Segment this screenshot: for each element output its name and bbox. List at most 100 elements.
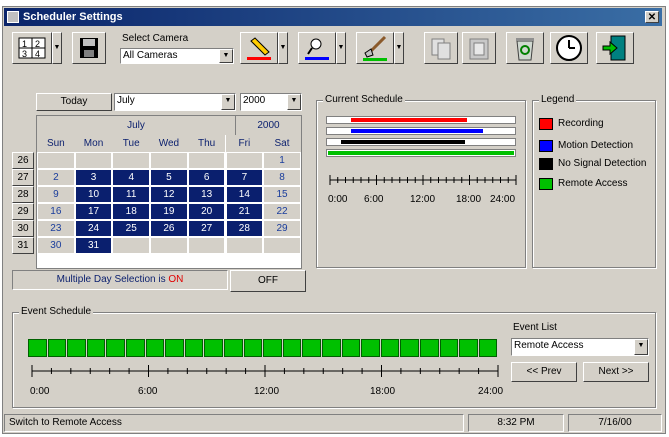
calendar-day-cell[interactable]: 27 [188, 221, 225, 236]
calendar-day-cell[interactable]: 4 [113, 170, 150, 185]
event-hour-slot[interactable] [224, 339, 243, 357]
calendar-day-cell[interactable]: 18 [113, 204, 150, 219]
calendar-day-cell[interactable]: 21 [226, 204, 263, 219]
calendar-day-cell[interactable]: 16 [38, 204, 74, 219]
paste-button[interactable] [462, 32, 496, 64]
event-hour-slot[interactable] [106, 339, 125, 357]
calendar-day-cell[interactable] [226, 153, 263, 168]
event-hour-slot[interactable] [145, 339, 165, 357]
calendar-day-cell[interactable]: 15 [264, 187, 300, 202]
prev-button[interactable]: << Prev [511, 362, 577, 382]
clock-button[interactable] [550, 32, 588, 64]
calendar-day-cell[interactable] [113, 153, 150, 168]
calendar-day-cell[interactable]: 9 [38, 187, 74, 202]
week-number[interactable]: 28 [12, 186, 34, 203]
calendar-day-cell[interactable] [151, 238, 187, 253]
calendar-day-cell[interactable] [188, 153, 225, 168]
week-number[interactable]: 30 [12, 220, 34, 237]
event-hour-slot[interactable] [341, 339, 361, 357]
recording-tool-dropdown[interactable]: ▼ [278, 32, 288, 64]
camera-select[interactable]: All Cameras ▼ [120, 48, 234, 64]
calendar-day-cell[interactable]: 19 [151, 204, 187, 219]
calendar-day-cell[interactable]: 8 [264, 170, 300, 185]
delete-button[interactable] [506, 32, 544, 64]
calendar-day-cell[interactable]: 12 [151, 187, 187, 202]
calendar-day-cell[interactable] [264, 238, 300, 253]
calendar-day-cell[interactable]: 22 [264, 204, 300, 219]
event-hour-slot[interactable] [380, 339, 400, 357]
calendar-day-cell[interactable]: 23 [38, 221, 74, 236]
event-hour-slot[interactable] [322, 339, 341, 357]
recording-schedule-track[interactable] [326, 116, 516, 124]
calendar-day-cell[interactable]: 31 [75, 238, 112, 253]
access-tool-button[interactable] [356, 32, 394, 64]
event-hour-slot[interactable] [126, 339, 145, 357]
event-hour-slot[interactable] [243, 339, 263, 357]
event-hour-slot[interactable] [47, 339, 67, 357]
next-button[interactable]: Next >> [583, 362, 649, 382]
calendar-day-cell[interactable]: 7 [226, 170, 263, 185]
event-hour-slot[interactable] [184, 339, 204, 357]
calendar-day-cell[interactable]: 28 [226, 221, 263, 236]
event-hour-slot[interactable] [28, 339, 47, 357]
calendar-day-cell[interactable] [151, 153, 187, 168]
event-hour-slot[interactable] [302, 339, 321, 357]
event-hour-slot[interactable] [361, 339, 380, 357]
calendar-day-cell[interactable]: 14 [226, 187, 263, 202]
today-button[interactable]: Today [36, 93, 112, 111]
event-hour-slot[interactable] [204, 339, 223, 357]
calendar-day-cell[interactable]: 5 [151, 170, 187, 185]
calendar-day-cell[interactable]: 25 [113, 221, 150, 236]
remote-access-schedule-track[interactable] [326, 149, 516, 157]
calendar-grid-dropdown[interactable]: ▼ [52, 32, 62, 64]
detection-tool-button[interactable] [298, 32, 336, 64]
month-select[interactable]: July ▼ [114, 93, 236, 111]
calendar-day-cell[interactable]: 10 [75, 187, 112, 202]
year-select[interactable]: 2000 ▼ [240, 93, 302, 111]
event-hour-slot[interactable] [478, 339, 498, 357]
calendar-day-cell[interactable]: 13 [188, 187, 225, 202]
exit-button[interactable] [596, 32, 634, 64]
calendar-day-cell[interactable] [38, 153, 74, 168]
week-number[interactable]: 29 [12, 203, 34, 220]
calendar-day-cell[interactable]: 2 [38, 170, 74, 185]
event-hour-slot[interactable] [459, 339, 478, 357]
calendar-day-cell[interactable]: 17 [75, 204, 112, 219]
save-button[interactable] [72, 32, 106, 64]
motion-schedule-track[interactable] [326, 127, 516, 135]
calendar-day-cell[interactable]: 11 [113, 187, 150, 202]
calendar-day-cell[interactable]: 1 [264, 153, 300, 168]
calendar-day-cell[interactable]: 20 [188, 204, 225, 219]
no-signal-schedule-track[interactable] [326, 138, 516, 146]
access-tool-dropdown[interactable]: ▼ [394, 32, 404, 64]
event-hour-slot[interactable] [400, 339, 419, 357]
event-hour-slot[interactable] [282, 339, 302, 357]
event-hour-slot[interactable] [67, 339, 86, 357]
event-hour-slot[interactable] [439, 339, 459, 357]
calendar-day-cell[interactable] [226, 238, 263, 253]
week-number[interactable]: 31 [12, 237, 34, 254]
week-number[interactable]: 27 [12, 169, 34, 186]
recording-tool-button[interactable] [240, 32, 278, 64]
event-hour-slot[interactable] [263, 339, 282, 357]
calendar-day-cell[interactable]: 30 [38, 238, 74, 253]
event-hour-slot[interactable] [86, 339, 106, 357]
calendar-day-cell[interactable] [113, 238, 150, 253]
calendar-grid-button[interactable]: 1 2 3 4 [12, 32, 52, 64]
calendar-day-cell[interactable]: 24 [75, 221, 112, 236]
event-list-select[interactable]: Remote Access ▼ [511, 338, 649, 356]
event-hour-slot[interactable] [165, 339, 184, 357]
event-hour-slot[interactable] [420, 339, 439, 357]
calendar-day-cell[interactable]: 3 [75, 170, 112, 185]
close-icon[interactable]: ✕ [645, 11, 659, 23]
off-button[interactable]: OFF [230, 270, 306, 292]
calendar-day-cell[interactable]: 6 [188, 170, 225, 185]
detection-tool-dropdown[interactable]: ▼ [336, 32, 346, 64]
svg-text:4: 4 [35, 49, 40, 59]
calendar-day-cell[interactable]: 29 [264, 221, 300, 236]
calendar-day-cell[interactable]: 26 [151, 221, 187, 236]
copy-button[interactable] [424, 32, 458, 64]
week-number[interactable]: 26 [12, 152, 34, 169]
calendar-day-cell[interactable] [188, 238, 225, 253]
calendar-day-cell[interactable] [75, 153, 112, 168]
